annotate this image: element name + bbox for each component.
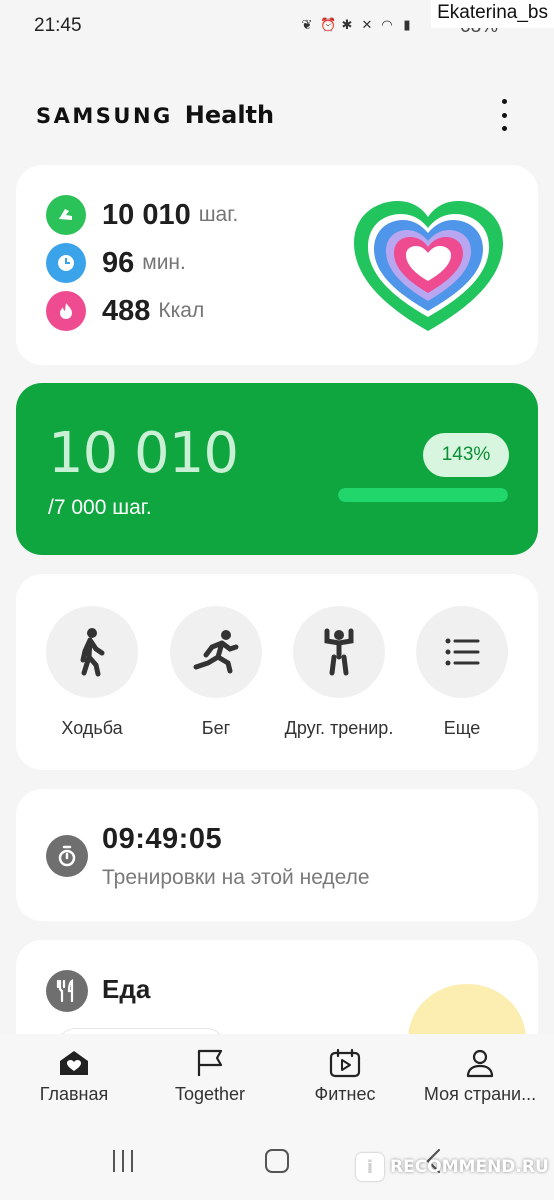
workout-label: Друг. тренир. (284, 718, 394, 738)
nav-label: Фитнес (314, 1084, 376, 1104)
recent-apps-button[interactable] (110, 1148, 136, 1179)
active-time-summary: 96 мин. (46, 243, 186, 283)
status-icons: ❦ ⏰ ✱ ✕ ◠ ▮ (300, 18, 414, 32)
alarm-icon: ⏰ (320, 17, 337, 32)
steps-unit: шаг. (198, 203, 239, 226)
steps-progress-fill (338, 488, 508, 502)
wifi-icon: ◠ (381, 17, 393, 32)
nav-home[interactable]: Главная (5, 1048, 143, 1105)
walking-icon (46, 606, 138, 698)
status-bar: 21:45 ❦ ⏰ ✱ ✕ ◠ ▮ 68% Ekaterina_bs (0, 0, 554, 56)
food-title: Еда (102, 974, 151, 1004)
nav-label: Together (174, 1084, 246, 1104)
workout-walking-button[interactable]: Ходьба (33, 606, 151, 739)
recommend-watermark-text: RECOMMEND.RU (390, 1157, 549, 1177)
nav-fitness[interactable]: Фитнес (276, 1048, 414, 1105)
workout-shortcuts-card: Ходьба Бег Друг. тренир. Еще (16, 574, 538, 770)
list-icon (416, 606, 508, 698)
signal-icon: ▮ (403, 17, 411, 32)
activity-heart-icon (354, 201, 503, 331)
nav-my-page[interactable]: Моя страни... (411, 1048, 549, 1105)
exercise-icon (293, 606, 385, 698)
workout-label: Еще (443, 718, 481, 738)
mute-icon: ✕ (361, 17, 373, 32)
recommend-logo-icon: i (356, 1153, 384, 1181)
steps-percent-badge: 143% (423, 433, 509, 477)
bottom-navigation: Главная Together Фитнес Моя страни... (0, 1034, 554, 1120)
brand-samsung: SAMSUNG (36, 104, 173, 128)
clock-icon (46, 243, 86, 283)
workout-other-button[interactable]: Друг. тренир. (280, 606, 398, 739)
stopwatch-icon (46, 835, 88, 877)
more-dot-icon (501, 126, 507, 131)
steps-goal: /7 000 шаг. (48, 496, 152, 519)
recommend-watermark: i RECOMMEND.RU (356, 1148, 549, 1186)
bluetooth-icon: ✱ (341, 17, 353, 32)
more-dot-icon (501, 112, 507, 118)
workout-label: Бег (201, 718, 231, 738)
calories-unit: Ккал (158, 299, 205, 322)
steps-summary: 10 010 шаг. (46, 195, 238, 235)
calories-summary: 488 Ккал (46, 291, 204, 331)
home-heart-icon (60, 1051, 88, 1075)
flag-icon (197, 1049, 223, 1076)
app-header: SAMSUNG Health (0, 95, 554, 139)
workout-label: Ходьба (61, 718, 123, 738)
steps-goal-card[interactable]: 10 010 /7 000 шаг. 143% (16, 383, 538, 555)
leaf-icon: ❦ (301, 17, 313, 32)
app-logo: SAMSUNG Health (36, 101, 274, 129)
nav-label: Главная (39, 1084, 109, 1104)
workout-running-button[interactable]: Бег (157, 606, 275, 739)
recent-apps-icon (113, 1150, 133, 1172)
status-time: 21:45 (34, 15, 82, 36)
weekly-workouts-card[interactable]: 09:49:05 Тренировки на этой неделе (16, 789, 538, 921)
running-icon (170, 606, 262, 698)
weekly-workout-caption: Тренировки на этой неделе (102, 866, 370, 889)
active-time-unit: мин. (142, 251, 186, 274)
workout-more-button[interactable]: Еще (403, 606, 521, 739)
steps-count: 10 010 (48, 421, 239, 486)
flame-icon (46, 291, 86, 331)
weekly-workout-time: 09:49:05 (102, 823, 223, 855)
person-icon (466, 1049, 494, 1078)
more-dot-icon (501, 99, 507, 104)
nav-label: Моя страни... (423, 1084, 537, 1104)
home-button[interactable] (264, 1148, 290, 1179)
more-options-button[interactable] (492, 99, 516, 131)
active-time-value: 96 (102, 246, 135, 279)
nav-together[interactable]: Together (141, 1048, 279, 1105)
fork-knife-icon (46, 970, 88, 1012)
shoe-icon (46, 195, 86, 235)
brand-health: Health (184, 101, 275, 129)
home-square-icon (265, 1149, 289, 1173)
daily-activity-card[interactable]: 10 010 шаг. 96 мин. 488 Ккал (16, 165, 538, 365)
watermark-username: Ekaterina_bs (431, 0, 554, 28)
calories-value: 488 (102, 294, 151, 327)
steps-progress-bar (338, 488, 508, 502)
steps-value: 10 010 (102, 198, 191, 231)
play-calendar-icon (329, 1048, 361, 1078)
